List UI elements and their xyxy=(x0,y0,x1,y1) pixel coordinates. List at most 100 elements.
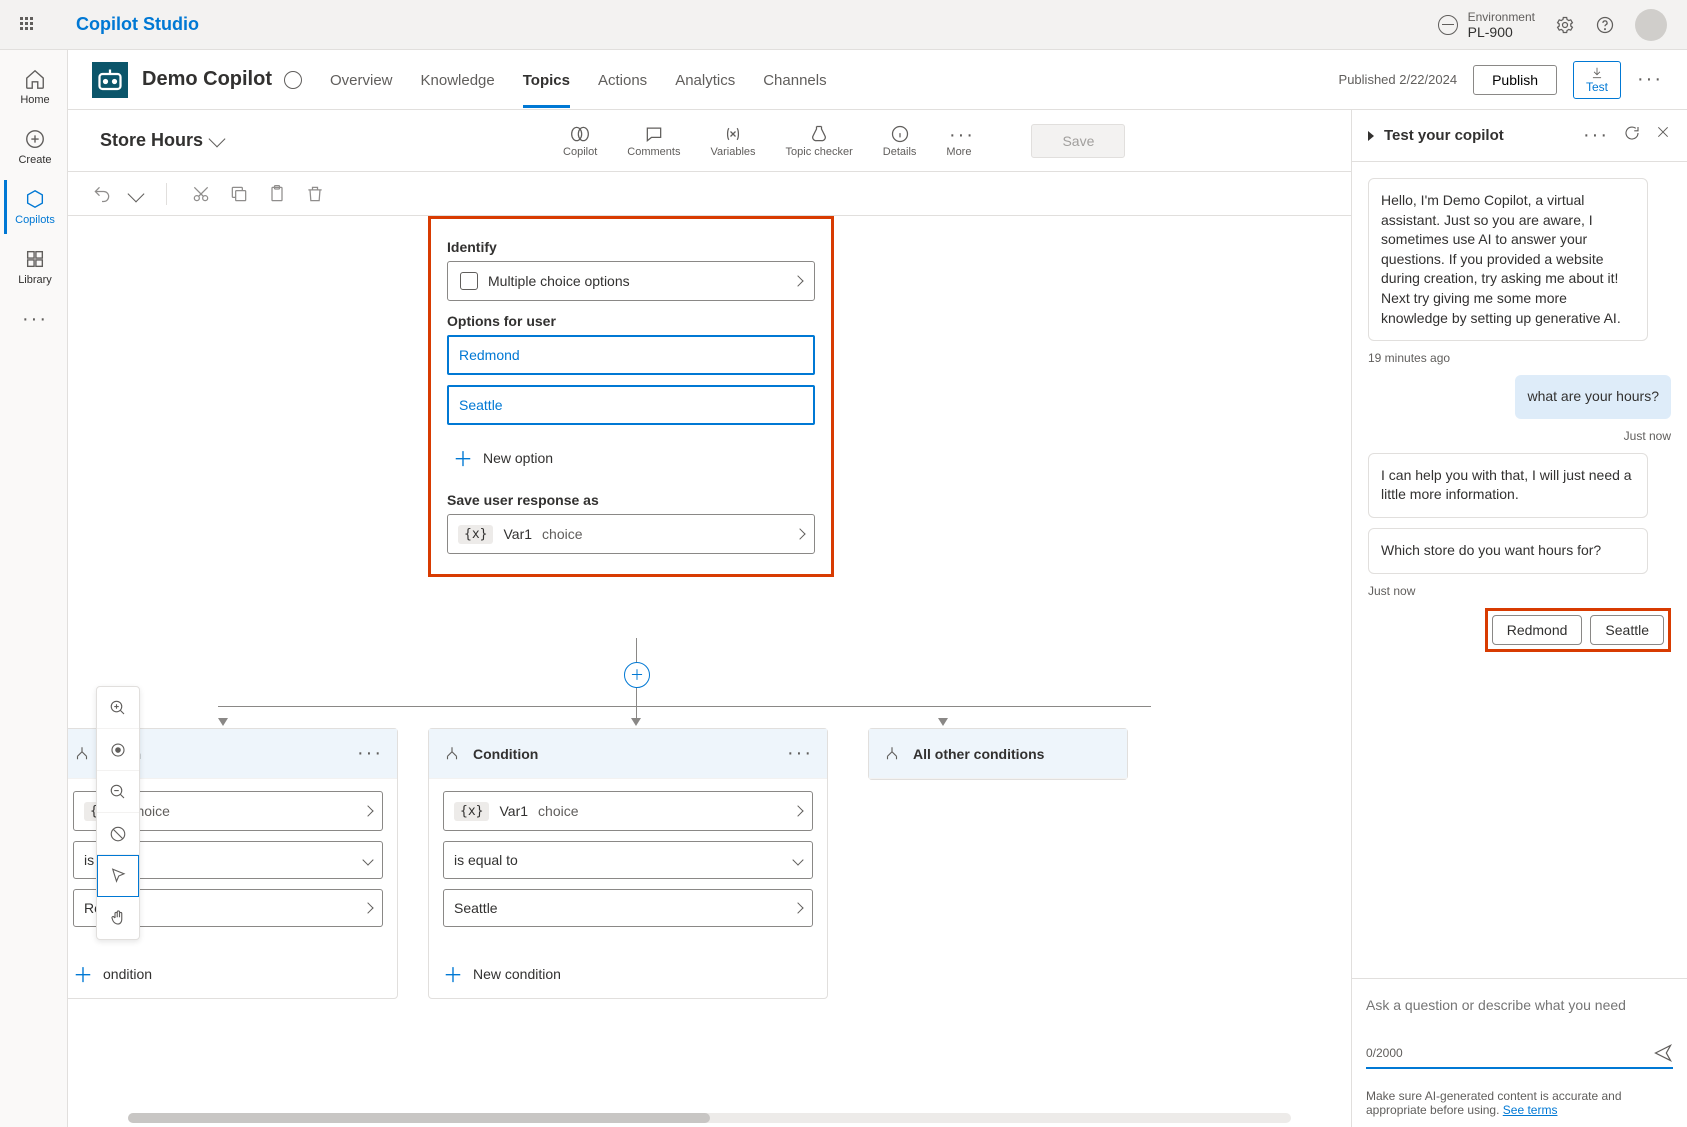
brand-title[interactable]: Copilot Studio xyxy=(76,14,199,35)
save-button[interactable]: Save xyxy=(1031,124,1125,158)
test-more-menu[interactable]: ··· xyxy=(1583,124,1609,147)
plus-icon: ＋ xyxy=(73,959,93,988)
condition-operator[interactable]: is equal to xyxy=(443,841,813,879)
identify-label: Identify xyxy=(447,239,815,255)
topic-name: Store Hours xyxy=(100,130,203,151)
node-menu[interactable]: ··· xyxy=(787,742,813,765)
arrow-icon xyxy=(631,718,641,726)
tab-topics[interactable]: Topics xyxy=(523,52,570,108)
user-avatar[interactable] xyxy=(1635,9,1667,41)
user-message: what are your hours? xyxy=(1515,375,1671,419)
node-menu[interactable]: ··· xyxy=(357,742,383,765)
variable-selector[interactable]: {x} Var1 choice xyxy=(447,514,815,554)
tool-comments[interactable]: Comments xyxy=(627,124,680,158)
collapse-icon[interactable] xyxy=(1368,131,1374,141)
nav-copilots[interactable]: Copilots xyxy=(4,180,64,234)
tab-analytics[interactable]: Analytics xyxy=(675,52,735,108)
tool-topic-checker[interactable]: Topic checker xyxy=(786,124,853,158)
fit-button[interactable] xyxy=(97,729,139,771)
tab-channels[interactable]: Channels xyxy=(763,52,826,108)
zoom-out-button[interactable] xyxy=(97,771,139,813)
tab-actions[interactable]: Actions xyxy=(598,52,647,108)
nav-library[interactable]: Library xyxy=(4,240,64,294)
plus-icon: ＋ xyxy=(453,443,473,472)
cut-button[interactable] xyxy=(191,184,211,204)
select-tool-button[interactable] xyxy=(97,855,139,897)
option-input-1[interactable] xyxy=(447,335,815,375)
variable-icon: {x} xyxy=(458,525,493,544)
app-launcher[interactable] xyxy=(20,17,36,33)
nav-more[interactable]: ··· xyxy=(4,300,64,338)
new-condition-button[interactable]: ＋ New condition xyxy=(429,949,827,998)
publish-button[interactable]: Publish xyxy=(1473,65,1557,95)
tool-details[interactable]: Details xyxy=(883,124,917,158)
condition-variable[interactable]: {x} Var1 choice xyxy=(443,791,813,831)
zoom-in-button[interactable] xyxy=(97,687,139,729)
tool-more[interactable]: ···More xyxy=(946,124,971,158)
tool-variables[interactable]: Variables xyxy=(710,124,755,158)
bot-name: Demo Copilot xyxy=(142,68,272,91)
undo-button[interactable] xyxy=(92,184,112,204)
environment-label: Environment xyxy=(1468,10,1535,24)
see-terms-link[interactable]: See terms xyxy=(1503,1103,1558,1117)
bot-icon xyxy=(92,62,128,98)
option-input-2[interactable] xyxy=(447,385,815,425)
condition-node[interactable]: Condition ··· {x} Var1 choice is equal t… xyxy=(428,728,828,999)
chevron-right-icon xyxy=(792,275,803,286)
branch-icon xyxy=(883,745,901,763)
environment-value: PL-900 xyxy=(1468,24,1535,40)
reset-view-button[interactable] xyxy=(97,813,139,855)
bot-message: Which store do you want hours for? xyxy=(1368,528,1648,574)
condition-node-other[interactable]: All other conditions xyxy=(868,728,1128,780)
plus-icon: ＋ xyxy=(443,959,463,988)
timestamp: 19 minutes ago xyxy=(1368,351,1671,365)
nav-home[interactable]: Home xyxy=(4,60,64,114)
bot-message: Hello, I'm Demo Copilot, a virtual assis… xyxy=(1368,178,1648,341)
send-button[interactable] xyxy=(1653,1043,1673,1063)
char-counter: 0/2000 xyxy=(1366,1046,1403,1060)
globe-icon xyxy=(1438,15,1458,35)
suggested-action-seattle[interactable]: Seattle xyxy=(1590,615,1664,645)
language-icon[interactable] xyxy=(284,71,302,89)
question-node[interactable]: Identify Multiple choice options Options… xyxy=(428,216,834,577)
environment-picker[interactable]: Environment PL-900 xyxy=(1438,10,1535,40)
test-panel: Test your copilot ··· Hello, I'm Demo Co… xyxy=(1351,110,1687,1127)
authoring-canvas[interactable]: Identify Multiple choice options Options… xyxy=(68,216,1351,1127)
save-as-label: Save user response as xyxy=(447,492,815,508)
pan-tool-button[interactable] xyxy=(97,897,139,939)
help-icon[interactable] xyxy=(1595,15,1615,35)
settings-icon[interactable] xyxy=(1555,15,1575,35)
published-date: Published 2/22/2024 xyxy=(1339,72,1458,87)
new-condition-button[interactable]: ＋ ondition xyxy=(68,949,397,998)
canvas-zoom-controls xyxy=(96,686,140,940)
variable-icon: {x} xyxy=(454,802,489,821)
undo-dropdown[interactable] xyxy=(128,185,145,202)
tool-copilot[interactable]: Copilot xyxy=(563,124,597,158)
options-label: Options for user xyxy=(447,313,815,329)
more-menu[interactable]: ··· xyxy=(1637,68,1663,91)
chat-input[interactable] xyxy=(1366,997,1673,1037)
paste-button[interactable] xyxy=(267,184,287,204)
tab-knowledge[interactable]: Knowledge xyxy=(421,52,495,108)
connector xyxy=(218,706,1151,707)
new-option-button[interactable]: ＋ New option xyxy=(447,435,815,480)
horizontal-scrollbar[interactable] xyxy=(128,1113,1291,1123)
add-node-button[interactable]: ＋ xyxy=(624,662,650,688)
identify-selector[interactable]: Multiple choice options xyxy=(447,261,815,301)
close-icon[interactable] xyxy=(1655,124,1671,140)
delete-button[interactable] xyxy=(305,184,325,204)
branch-icon xyxy=(443,745,461,763)
test-panel-title: Test your copilot xyxy=(1384,127,1504,144)
condition-value[interactable]: Seattle xyxy=(443,889,813,927)
copy-button[interactable] xyxy=(229,184,249,204)
bot-message: I can help you with that, I will just ne… xyxy=(1368,453,1648,518)
refresh-icon[interactable] xyxy=(1623,124,1641,142)
nav-create[interactable]: Create xyxy=(4,120,64,174)
tab-overview[interactable]: Overview xyxy=(330,52,393,108)
test-toggle-button[interactable]: Test xyxy=(1573,61,1621,99)
topic-dropdown[interactable] xyxy=(209,130,226,147)
suggested-action-redmond[interactable]: Redmond xyxy=(1492,615,1583,645)
arrow-icon xyxy=(218,718,228,726)
suggested-actions: Redmond Seattle xyxy=(1485,608,1671,652)
chevron-right-icon xyxy=(794,528,805,539)
